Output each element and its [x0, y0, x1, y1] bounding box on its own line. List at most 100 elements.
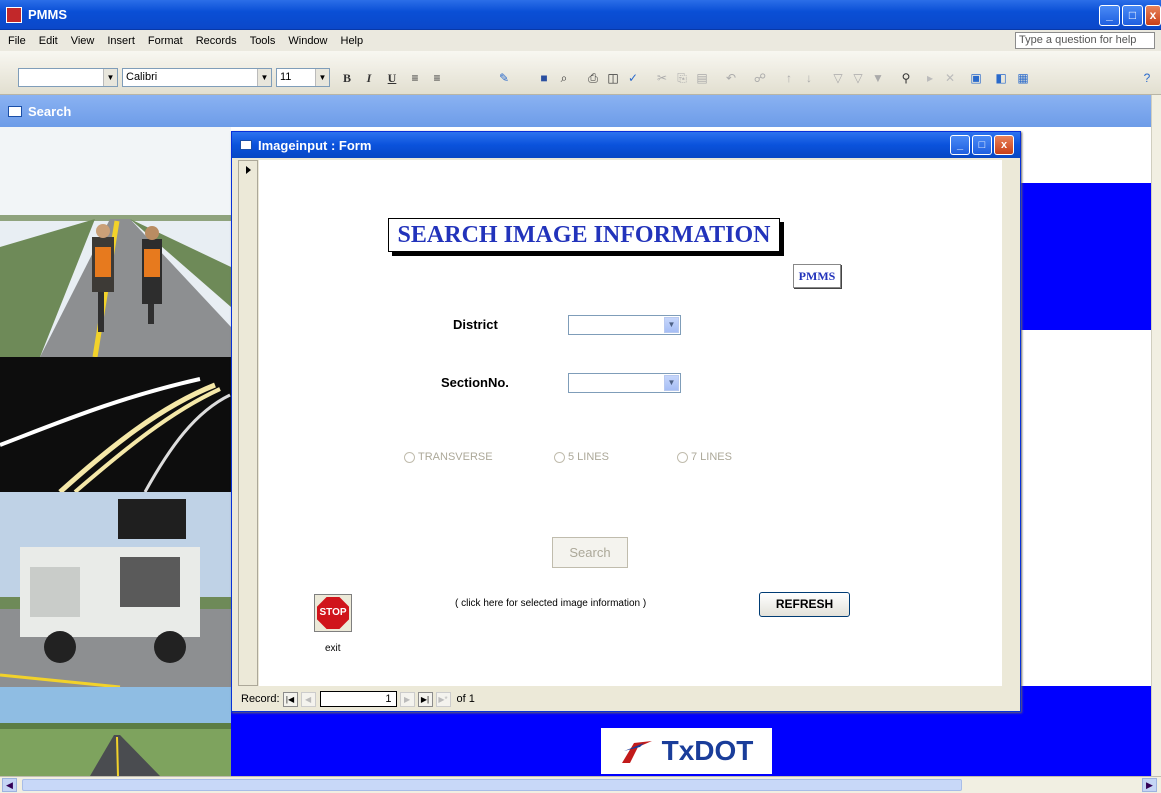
menu-help[interactable]: Help	[341, 35, 364, 47]
sort-descending-icon[interactable]: ↓	[800, 69, 818, 87]
menu-insert[interactable]: Insert	[107, 35, 135, 47]
photo-rural-road	[0, 687, 231, 776]
find-icon[interactable]: ⚲	[897, 69, 915, 87]
form-titlebar: Imageinput : Form _ □ x	[232, 132, 1020, 158]
close-icon[interactable]: x	[1145, 5, 1161, 26]
record-selector-icon	[246, 166, 251, 174]
main-horizontal-scrollbar[interactable]: ◀ ▶	[0, 776, 1161, 793]
image-info-hint[interactable]: ( click here for selected image informat…	[455, 598, 646, 609]
photo-striping-truck	[0, 492, 231, 689]
radio-circle-icon	[677, 451, 688, 463]
help-icon[interactable]: ?	[1138, 69, 1156, 87]
district-dropdown[interactable]: ▼	[568, 315, 681, 335]
delete-record-icon[interactable]: ✕	[941, 69, 959, 87]
minimize-icon[interactable]: _	[1099, 5, 1120, 26]
record-selector[interactable]	[238, 160, 258, 686]
hyperlink-icon[interactable]: ☍	[751, 69, 769, 87]
design-icon[interactable]: ✎	[495, 69, 513, 87]
object-combo[interactable]: ▼	[18, 68, 118, 87]
form-heading: SEARCH IMAGE INFORMATION	[388, 218, 780, 252]
underline-button[interactable]: U	[383, 69, 401, 87]
radio-circle-icon	[554, 451, 565, 463]
prev-record-icon[interactable]: ◀	[300, 691, 316, 707]
menu-bar: File Edit View Insert Format Records Too…	[0, 30, 1161, 51]
formatting-toolbar: ▼ Calibri ▼ 11 ▼ B I U ≡ ≡ ✎ ■ ⌕ ⎙ ◫ ✓ ✂ ⎘…	[0, 51, 1161, 95]
form-icon	[8, 105, 22, 117]
record-navigation: Record: |◀ ◀ 1 ▶ ▶| ▶* of 1	[238, 687, 1020, 711]
stop-icon: STOP	[317, 597, 349, 629]
menu-format[interactable]: Format	[148, 35, 183, 47]
chevron-down-icon[interactable]: ▼	[664, 317, 679, 333]
radio-5-lines[interactable]: 5 LINES	[554, 451, 609, 463]
form-detail: SEARCH IMAGE INFORMATION PMMS District ▼…	[259, 160, 1002, 686]
form-scrollbar[interactable]	[1002, 160, 1020, 686]
bold-button[interactable]: B	[338, 69, 356, 87]
menu-window[interactable]: Window	[288, 35, 327, 47]
print-icon[interactable]: ⎙	[584, 69, 602, 87]
menu-edit[interactable]: Edit	[39, 35, 58, 47]
new-object-icon[interactable]: ▦	[1014, 69, 1032, 87]
refresh-button[interactable]: REFRESH	[759, 592, 850, 617]
sectionno-label: SectionNo.	[441, 375, 509, 390]
database-window-icon[interactable]: ◧	[992, 69, 1010, 87]
properties-icon[interactable]: ▣	[967, 69, 985, 87]
pmms-button[interactable]: PMMS	[793, 264, 841, 288]
file-search-icon[interactable]: ⌕	[555, 69, 573, 87]
photo-night-road	[0, 357, 231, 494]
scroll-thumb[interactable]	[22, 779, 962, 791]
form-maximize-icon[interactable]: □	[972, 135, 992, 155]
search-window-title: Search	[28, 103, 72, 119]
apply-filter-icon[interactable]: ▼	[869, 69, 887, 87]
save-icon[interactable]: ■	[535, 69, 553, 87]
search-window-titlebar: Search	[0, 95, 1161, 127]
paste-icon[interactable]: ▤	[693, 69, 711, 87]
font-combo[interactable]: Calibri ▼	[122, 68, 272, 87]
scroll-right-icon[interactable]: ▶	[1142, 778, 1157, 792]
next-record-icon[interactable]: ▶	[399, 691, 415, 707]
menu-tools[interactable]: Tools	[250, 35, 276, 47]
align-center-icon[interactable]: ≡	[428, 69, 446, 87]
print-preview-icon[interactable]: ◫	[604, 69, 622, 87]
radio-7-lines[interactable]: 7 LINES	[677, 451, 732, 463]
blue-banner-top	[1018, 183, 1151, 330]
new-record-icon[interactable]: ▶*	[435, 691, 451, 707]
radio-circle-icon	[404, 451, 415, 463]
form-minimize-icon[interactable]: _	[950, 135, 970, 155]
txdot-logo: TxDOT	[601, 728, 772, 774]
scroll-left-icon[interactable]: ◀	[2, 778, 17, 792]
record-number-input[interactable]: 1	[319, 691, 397, 707]
radio-transverse[interactable]: TRANSVERSE	[404, 451, 493, 463]
italic-button[interactable]: I	[360, 69, 378, 87]
undo-icon[interactable]: ↶	[722, 69, 740, 87]
help-search-input[interactable]: Type a question for help	[1015, 32, 1155, 49]
menu-file[interactable]: File	[8, 35, 26, 47]
menu-records[interactable]: Records	[196, 35, 237, 47]
main-vertical-scrollbar[interactable]	[1151, 95, 1161, 776]
align-left-icon[interactable]: ≡	[406, 69, 424, 87]
font-size-combo[interactable]: 11 ▼	[276, 68, 330, 87]
exit-button[interactable]: STOP	[314, 594, 352, 632]
spelling-icon[interactable]: ✓	[624, 69, 642, 87]
sort-ascending-icon[interactable]: ↑	[780, 69, 798, 87]
chevron-down-icon[interactable]: ▼	[664, 375, 679, 391]
app-titlebar: PMMS _ □ x	[0, 0, 1161, 30]
first-record-icon[interactable]: |◀	[282, 691, 298, 707]
new-record-toolbar-icon[interactable]: ▸	[921, 69, 939, 87]
district-label: District	[453, 317, 498, 332]
form-window-icon	[240, 140, 252, 150]
last-record-icon[interactable]: ▶|	[417, 691, 433, 707]
sectionno-dropdown[interactable]: ▼	[568, 373, 681, 393]
cut-icon[interactable]: ✂	[653, 69, 671, 87]
app-title: PMMS	[28, 7, 67, 22]
search-button[interactable]: Search	[552, 537, 628, 568]
filter-selection-icon[interactable]: ▽	[829, 69, 847, 87]
txdot-logo-text: TxDOT	[661, 735, 754, 766]
imageinput-form-window: Imageinput : Form _ □ x SEARCH IMAGE INF…	[231, 131, 1021, 712]
menu-view[interactable]: View	[71, 35, 95, 47]
maximize-icon[interactable]: □	[1122, 5, 1143, 26]
copy-icon[interactable]: ⎘	[673, 69, 691, 87]
form-close-icon[interactable]: x	[994, 135, 1014, 155]
filter-form-icon[interactable]: ▽	[849, 69, 867, 87]
record-label: Record:	[241, 693, 280, 705]
form-title: Imageinput : Form	[258, 137, 372, 153]
